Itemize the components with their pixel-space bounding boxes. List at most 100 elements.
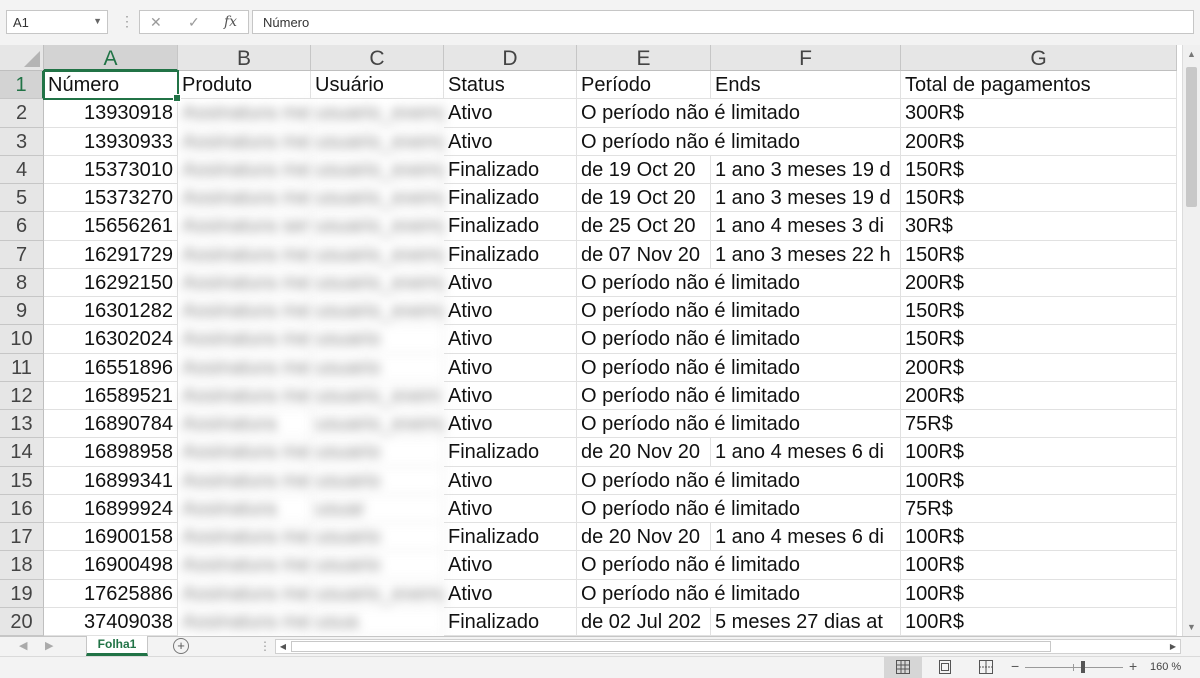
cell-c19[interactable]: usuario_exemplo	[311, 579, 444, 608]
cell-a15[interactable]: 16899341	[44, 466, 178, 495]
cell-g19[interactable]: 100R$	[901, 579, 1177, 608]
cell-d2[interactable]: Ativo	[444, 99, 577, 128]
cell-c7[interactable]: usuario_exemplo	[311, 240, 444, 269]
cell-b3[interactable]: Assinatura mensal plus	[178, 127, 311, 156]
cell-c2[interactable]: usuario_exemplo	[311, 99, 444, 128]
cell-b20[interactable]: Assinatura mens	[178, 607, 311, 636]
cell-c20[interactable]: usua	[311, 607, 444, 636]
cell-c3[interactable]: usuario_exemplo	[311, 127, 444, 156]
cell-e1[interactable]: Período	[577, 71, 711, 100]
cell-d14[interactable]: Finalizado	[444, 438, 577, 467]
cell-c17[interactable]: usuario	[311, 523, 444, 552]
page-break-view-button[interactable]	[967, 657, 1005, 678]
cell-a3[interactable]: 13930933	[44, 127, 178, 156]
cell-g3[interactable]: 200R$	[901, 127, 1177, 156]
cell-e3[interactable]: O período não é limitado	[577, 128, 800, 156]
cell-e13[interactable]: O período não é limitado	[577, 410, 800, 439]
cell-g20[interactable]: 100R$	[901, 607, 1177, 636]
row-header[interactable]: 13	[0, 410, 44, 439]
horizontal-scroll-thumb[interactable]	[291, 641, 1051, 652]
column-header-f[interactable]: F	[711, 45, 901, 71]
cell-a7[interactable]: 16291729	[44, 240, 178, 269]
cell-a16[interactable]: 16899924	[44, 494, 178, 523]
cell-e5[interactable]: de 19 Oct 20	[577, 184, 711, 213]
cell-c16[interactable]: usuar	[311, 494, 444, 523]
cell-g4[interactable]: 150R$	[901, 155, 1177, 184]
cell-b16[interactable]: Assinatura	[178, 494, 311, 523]
cell-d6[interactable]: Finalizado	[444, 212, 577, 241]
row-header[interactable]: 17	[0, 523, 44, 552]
cell-c15[interactable]: usuario	[311, 466, 444, 495]
row-header[interactable]: 19	[0, 579, 44, 608]
cell-g8[interactable]: 200R$	[901, 268, 1177, 297]
cell-c11[interactable]: usuario	[311, 353, 444, 382]
cell-g16[interactable]: 75R$	[901, 494, 1177, 523]
cell-a14[interactable]: 16898958	[44, 438, 178, 467]
cell-c12[interactable]: usuario_exem	[311, 381, 444, 410]
column-header-a[interactable]: A	[44, 45, 178, 71]
cell-a17[interactable]: 16900158	[44, 523, 178, 552]
cell-c9[interactable]: usuario_exemplo	[311, 297, 444, 326]
row-header[interactable]: 11	[0, 353, 44, 382]
row-header[interactable]: 1	[0, 71, 44, 100]
cell-b14[interactable]: Assinatura mens	[178, 438, 311, 467]
cell-c1[interactable]: Usuário	[311, 71, 444, 100]
cell-c18[interactable]: usuario	[311, 551, 444, 580]
cell-g15[interactable]: 100R$	[901, 466, 1177, 495]
vertical-dots-icon[interactable]: ⋮	[259, 639, 271, 653]
cell-e12[interactable]: O período não é limitado	[577, 382, 800, 410]
cell-f17[interactable]: 1 ano 4 meses 6 di	[711, 523, 901, 552]
cell-e7[interactable]: de 07 Nov 20	[577, 240, 711, 269]
prev-sheet-icon[interactable]: ◀	[19, 639, 27, 652]
row-header[interactable]: 8	[0, 268, 44, 297]
cell-g6[interactable]: 30R$	[901, 212, 1177, 241]
cell-g13[interactable]: 75R$	[901, 410, 1177, 439]
cell-e14[interactable]: de 20 Nov 20	[577, 438, 711, 467]
cell-d11[interactable]: Ativo	[444, 353, 577, 382]
column-header-d[interactable]: D	[444, 45, 577, 71]
row-header[interactable]: 14	[0, 438, 44, 467]
cell-f7[interactable]: 1 ano 3 meses 22 h	[711, 240, 901, 269]
row-header[interactable]: 6	[0, 212, 44, 241]
cell-c10[interactable]: usuario	[311, 325, 444, 354]
cell-c5[interactable]: usuario_exemplo	[311, 184, 444, 213]
cell-g17[interactable]: 100R$	[901, 523, 1177, 552]
cell-d3[interactable]: Ativo	[444, 127, 577, 156]
cell-g10[interactable]: 150R$	[901, 325, 1177, 354]
cell-e10[interactable]: O período não é limitado	[577, 325, 800, 354]
column-header-b[interactable]: B	[178, 45, 311, 71]
next-sheet-icon[interactable]: ▶	[45, 639, 53, 652]
cell-e11[interactable]: O período não é limitado	[577, 354, 800, 382]
sheet-tab-folha1[interactable]: Folha1	[86, 636, 148, 656]
scroll-left-icon[interactable]: ◀	[276, 640, 290, 653]
cell-g5[interactable]: 150R$	[901, 184, 1177, 213]
cell-b7[interactable]: Assinatura mensal	[178, 240, 311, 269]
cell-e16[interactable]: O período não é limitado	[577, 495, 800, 523]
cell-a10[interactable]: 16302024	[44, 325, 178, 354]
row-header[interactable]: 15	[0, 466, 44, 495]
cell-f6[interactable]: 1 ano 4 meses 3 di	[711, 212, 901, 241]
cell-b15[interactable]: Assinatura mens	[178, 466, 311, 495]
cell-b18[interactable]: Assinatura mens	[178, 551, 311, 580]
cell-b10[interactable]: Assinatura mensal	[178, 325, 311, 354]
cell-e2[interactable]: O período não é limitado	[577, 99, 800, 128]
row-header[interactable]: 9	[0, 297, 44, 326]
cell-a1[interactable]: Número	[44, 71, 178, 100]
cell-g12[interactable]: 200R$	[901, 381, 1177, 410]
select-all-button[interactable]	[0, 45, 44, 71]
cell-a18[interactable]: 16900498	[44, 551, 178, 580]
spreadsheet-grid[interactable]: A B C D E F G 1 Número Produto Usuário Status Períod…	[0, 45, 1182, 636]
cell-d10[interactable]: Ativo	[444, 325, 577, 354]
cell-d15[interactable]: Ativo	[444, 466, 577, 495]
cell-b8[interactable]: Assinatura mensal plus	[178, 268, 311, 297]
cell-a20[interactable]: 37409038	[44, 607, 178, 636]
cell-g2[interactable]: 300R$	[901, 99, 1177, 128]
cell-d19[interactable]: Ativo	[444, 579, 577, 608]
row-header[interactable]: 2	[0, 99, 44, 128]
column-header-g[interactable]: G	[901, 45, 1177, 71]
cell-b9[interactable]: Assinatura mensal	[178, 297, 311, 326]
vertical-scrollbar[interactable]: ▲ ▼	[1182, 45, 1200, 636]
cell-e18[interactable]: O período não é limitado	[577, 551, 800, 580]
zoom-slider-thumb[interactable]	[1081, 661, 1085, 673]
cell-c6[interactable]: usuario_exemplo	[311, 212, 444, 241]
